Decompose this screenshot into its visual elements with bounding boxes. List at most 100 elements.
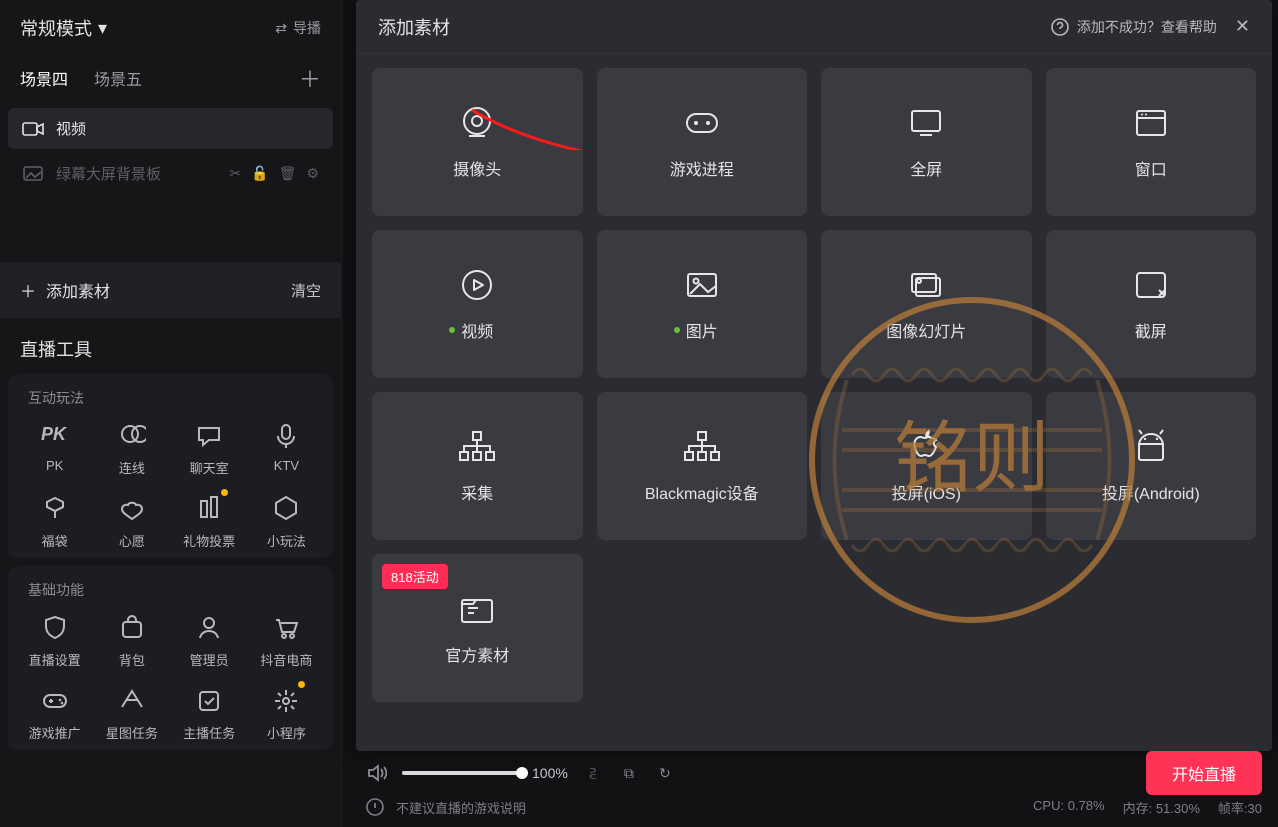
tile-label: 视频 <box>461 318 493 342</box>
tile-tree[interactable]: 采集 <box>372 392 583 540</box>
scene-tab-5[interactable]: 场景五 <box>94 66 142 90</box>
layout-icon[interactable]: ⧉ <box>618 762 640 784</box>
tool-item-chat[interactable]: 聊天室 <box>171 418 248 477</box>
tool-item-hex[interactable]: 小玩法 <box>248 491 325 550</box>
tool-item-cart[interactable]: 抖音电商 <box>248 610 325 669</box>
pk-icon <box>38 418 72 452</box>
tool-item-label: 管理员 <box>190 650 229 669</box>
tile-folder[interactable]: 818活动官方素材 <box>372 554 583 702</box>
wish-icon <box>115 491 149 525</box>
tile-crop[interactable]: 截屏 <box>1046 230 1257 378</box>
tool-item-label: 背包 <box>119 650 145 669</box>
tile-window[interactable]: 窗口 <box>1046 68 1257 216</box>
tool-item-mic[interactable]: KTV <box>248 418 325 477</box>
status-warning[interactable]: 不建议直播的游戏说明 <box>396 798 526 817</box>
main-area: 添加素材 添加不成功？查看帮助 ✕ 摄像头游戏进程 全屏 窗口视频 图片图像幻灯片 截屏… <box>342 0 1278 827</box>
live-tools-title: 直播工具 <box>0 318 341 366</box>
tool-item-label: 连线 <box>119 458 145 477</box>
tile-tree[interactable]: Blackmagic设备 <box>597 392 808 540</box>
chat-icon <box>192 418 226 452</box>
source-item[interactable]: 绿幕大屏背景板 ✂ 🔓 🗑 ⚙ <box>8 153 333 194</box>
equalizer-icon[interactable]: ⫔ <box>582 762 604 784</box>
tree-icon <box>457 428 497 466</box>
tool-item-star[interactable]: 星图任务 <box>93 683 170 742</box>
tool-item-burst[interactable]: 小程序 <box>248 683 325 742</box>
export-button[interactable]: ⇄ 导播 <box>275 18 321 38</box>
speaker-icon[interactable] <box>366 762 388 784</box>
mic-icon <box>269 418 303 452</box>
tool-item-label: 福袋 <box>42 531 68 550</box>
tool-group-head: 基础功能 <box>16 580 325 610</box>
task-icon <box>192 683 226 717</box>
status-bar: 不建议直播的游戏说明 CPU: 0.78% 内存: 51.30% 帧率:30 <box>356 793 1272 821</box>
tile-android[interactable]: 投屏(Android) <box>1046 392 1257 540</box>
source-item[interactable]: 视频 <box>8 108 333 149</box>
vote-icon <box>192 491 226 525</box>
tool-item-vote[interactable]: 礼物投票 <box>171 491 248 550</box>
mode-dropdown[interactable]: 常规模式 ▾ <box>20 15 107 41</box>
tool-item-pack[interactable]: 背包 <box>93 610 170 669</box>
bag-icon <box>38 491 72 525</box>
add-material-modal: 添加素材 添加不成功？查看帮助 ✕ 摄像头游戏进程 全屏 窗口视频 图片图像幻灯片 截屏… <box>356 0 1272 751</box>
video-icon <box>22 121 44 137</box>
tool-item-gamepad[interactable]: 游戏推广 <box>16 683 93 742</box>
status-dot <box>449 327 455 333</box>
tile-label: 窗口 <box>1135 156 1167 180</box>
help-link[interactable]: 添加不成功？查看帮助 <box>1077 17 1217 37</box>
gear-icon[interactable]: ⚙ <box>306 165 319 182</box>
swap-icon: ⇄ <box>275 20 287 37</box>
tool-item-shield[interactable]: 直播设置 <box>16 610 93 669</box>
tool-item-label: 游戏推广 <box>29 723 81 742</box>
tile-label: 全屏 <box>910 156 942 180</box>
tile-play[interactable]: 视频 <box>372 230 583 378</box>
image-icon <box>682 266 722 304</box>
close-icon[interactable]: ✕ <box>1235 16 1250 37</box>
tile-label: 截屏 <box>1135 318 1167 342</box>
burst-icon <box>269 683 303 717</box>
tool-item-label: PK <box>46 458 63 473</box>
tool-item-label: 聊天室 <box>190 458 229 477</box>
plus-icon: ＋ <box>20 278 36 302</box>
tile-camera[interactable]: 摄像头 <box>372 68 583 216</box>
tool-item-label: 心愿 <box>119 531 145 550</box>
tile-image[interactable]: 图片 <box>597 230 808 378</box>
modal-title: 添加素材 <box>378 14 450 40</box>
tile-label: 图像幻灯片 <box>886 318 966 342</box>
source-list: 视频 绿幕大屏背景板 ✂ 🔓 🗑 ⚙ <box>0 100 341 202</box>
clear-button[interactable]: 清空 <box>291 280 321 301</box>
scissors-icon[interactable]: ✂ <box>229 165 241 182</box>
export-label: 导播 <box>293 18 321 38</box>
tile-slides[interactable]: 图像幻灯片 <box>821 230 1032 378</box>
trash-icon[interactable]: 🗑 <box>279 165 297 182</box>
tool-item-label: 小程序 <box>267 723 306 742</box>
apple-icon <box>906 428 946 466</box>
tool-item-bag[interactable]: 福袋 <box>16 491 93 550</box>
tree-icon <box>682 428 722 466</box>
gamepad-icon <box>38 683 72 717</box>
add-source-row: ＋ 添加素材 清空 <box>0 262 341 318</box>
gamepad-icon <box>682 104 722 142</box>
tile-label: 投屏(iOS) <box>892 480 961 504</box>
left-sidebar: 常规模式 ▾ ⇄ 导播 场景四 场景五 ＋ 视频 绿幕大屏背景板 ✂ <box>0 0 342 827</box>
tool-item-pk[interactable]: PK <box>16 418 93 477</box>
tile-monitor[interactable]: 全屏 <box>821 68 1032 216</box>
tile-apple[interactable]: 投屏(iOS) <box>821 392 1032 540</box>
admin-icon <box>192 610 226 644</box>
tile-gamepad[interactable]: 游戏进程 <box>597 68 808 216</box>
tile-label: 游戏进程 <box>670 156 734 180</box>
tool-item-link[interactable]: 连线 <box>93 418 170 477</box>
scene-tabs: 场景四 场景五 ＋ <box>0 56 341 100</box>
scene-tab-4[interactable]: 场景四 <box>20 66 68 90</box>
folder-icon <box>457 590 497 628</box>
lock-icon[interactable]: 🔓 <box>251 165 268 182</box>
android-icon <box>1131 428 1171 466</box>
add-source-button[interactable]: 添加素材 <box>46 278 110 302</box>
volume-slider[interactable] <box>402 771 522 775</box>
rotate-icon[interactable]: ↻ <box>654 762 676 784</box>
shield-icon <box>38 610 72 644</box>
add-scene-button[interactable]: ＋ <box>299 62 321 94</box>
tool-item-wish[interactable]: 心愿 <box>93 491 170 550</box>
tool-item-task[interactable]: 主播任务 <box>171 683 248 742</box>
start-live-button[interactable]: 开始直播 <box>1146 751 1262 795</box>
tool-item-admin[interactable]: 管理员 <box>171 610 248 669</box>
